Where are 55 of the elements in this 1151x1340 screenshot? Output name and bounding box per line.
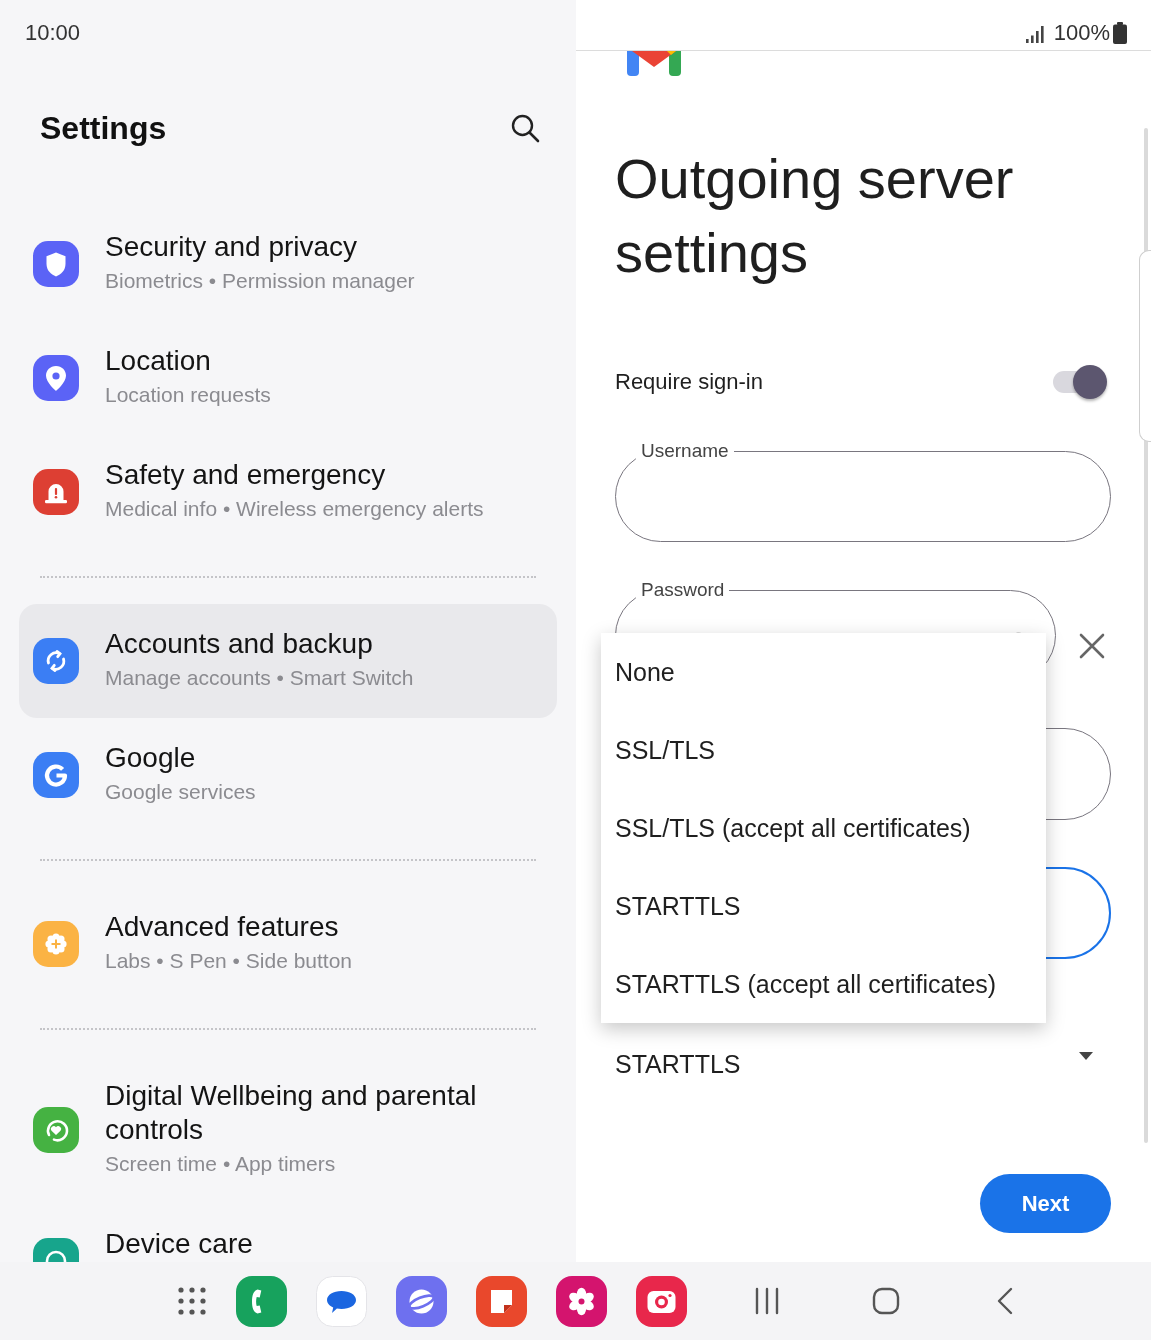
item-title: Safety and emergency: [105, 458, 387, 492]
item-title: Advanced features: [105, 910, 340, 944]
menu-item[interactable]: STARTTLS: [601, 867, 1046, 945]
heart-ring-icon: [33, 1107, 79, 1153]
battery-icon: [1113, 22, 1127, 44]
shield-icon: [33, 241, 79, 287]
status-time: 10:00: [25, 20, 81, 46]
menu-item[interactable]: SSL/TLS (accept all certificates): [601, 789, 1046, 867]
page-title: Outgoing server settings: [614, 146, 1015, 286]
dots-grid-icon[interactable]: [177, 1286, 207, 1316]
gear-plus-icon: [33, 921, 79, 967]
item-title: Digital Wellbeing and parental controls: [105, 1079, 478, 1147]
letter-g-icon: [33, 752, 79, 798]
next-button[interactable]: Next: [980, 1174, 1111, 1233]
settings-item[interactable]: Google Google services: [19, 718, 557, 832]
note-icon[interactable]: [476, 1275, 527, 1327]
menu-item[interactable]: SSL/TLS: [601, 711, 1046, 789]
item-subtitle: Location requests: [105, 382, 272, 408]
item-subtitle: Biometrics • Permission manager: [105, 268, 416, 294]
close-icon[interactable]: [1079, 633, 1105, 659]
item-title: Device care: [105, 1227, 254, 1261]
require-sign-in-label: Require sign-in: [615, 368, 763, 396]
chat-bubble-icon[interactable]: [316, 1275, 367, 1327]
item-subtitle: Medical info • Wireless emergency alerts: [105, 496, 485, 522]
settings-item[interactable]: Security and privacy Biometrics • Permission manager: [19, 207, 557, 321]
phone-icon[interactable]: [236, 1275, 287, 1327]
settings-item[interactable]: Digital Wellbeing and parental controls Screen time • App timers: [19, 1056, 557, 1204]
planet-icon[interactable]: [396, 1275, 447, 1327]
item-title: Accounts and backup: [105, 627, 374, 661]
scrollbar-thumb[interactable]: [1139, 250, 1151, 442]
settings-item[interactable]: Location Location requests: [19, 321, 557, 435]
item-title: Security and privacy: [105, 230, 359, 264]
item-title: Location: [105, 344, 212, 378]
sync-arrows-icon: [33, 638, 79, 684]
settings-item[interactable]: Safety and emergency Medical info • Wireless emergency alerts: [19, 435, 557, 549]
signal-icon: [1025, 25, 1044, 43]
camera-icon[interactable]: [636, 1275, 687, 1327]
settings-item[interactable]: Accounts and backup Manage accounts • Smart Switch: [19, 604, 557, 718]
item-subtitle: Manage accounts • Smart Switch: [105, 665, 415, 691]
settings-title: Settings: [40, 109, 167, 148]
item-subtitle: Google services: [105, 779, 257, 805]
caret-down-icon: [1079, 1052, 1093, 1060]
search-icon[interactable]: [510, 113, 540, 143]
location-pin-icon: [33, 355, 79, 401]
m-logo-icon: [627, 51, 681, 76]
settings-item[interactable]: Advanced features Labs • S Pen • Side button: [19, 887, 557, 1001]
item-subtitle: Labs • S Pen • Side button: [105, 948, 354, 974]
require-sign-in-toggle[interactable]: [1053, 364, 1107, 400]
item-subtitle: Screen time • App timers: [105, 1151, 337, 1177]
security-select[interactable]: STARTTLS: [615, 1036, 1111, 1092]
menu-item[interactable]: STARTTLS (accept all certificates): [601, 945, 1046, 1023]
battery-percent: 100%: [1053, 20, 1110, 46]
flower-icon[interactable]: [556, 1275, 607, 1327]
item-title: Google: [105, 741, 197, 775]
alarm-light-icon: [33, 469, 79, 515]
